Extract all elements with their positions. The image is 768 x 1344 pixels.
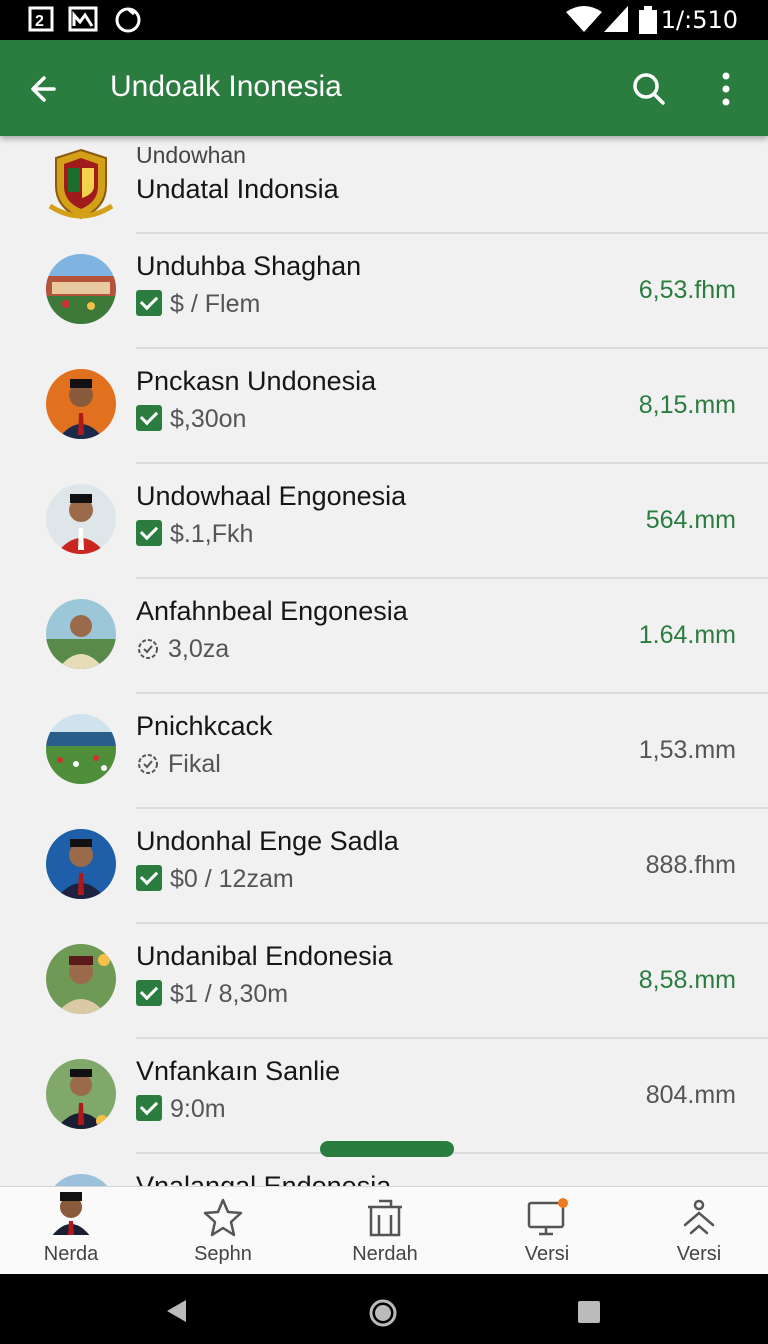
person-avatar bbox=[46, 944, 116, 1014]
back-triangle-icon[interactable] bbox=[164, 1298, 190, 1324]
item-sub-text: $.1,Fkh bbox=[170, 520, 254, 548]
item-sub-text: $1 / 8,30m bbox=[170, 980, 289, 1008]
check-icon bbox=[136, 290, 162, 316]
list-item[interactable]: Vnfankaın Sanlie 9:0m 804.mm bbox=[0, 1039, 768, 1154]
item-sub-text: Fikal bbox=[168, 750, 221, 778]
list-item[interactable]: Undowhaal Engonesia $.1,Fkh 564.mm bbox=[0, 464, 768, 579]
item-amount: 1.64.mm bbox=[638, 621, 736, 649]
person-avatar bbox=[46, 1174, 116, 1186]
check-icon bbox=[136, 1095, 162, 1121]
item-amount: 6,53.fhm bbox=[638, 276, 736, 304]
item-sub: 9:0m bbox=[136, 1095, 226, 1124]
badge-icon bbox=[138, 639, 158, 659]
nav-label: Versi bbox=[676, 1243, 722, 1265]
bottom-nav: Nerda Sephn Nerdah Versi Versi bbox=[0, 1186, 768, 1275]
system-nav-bar bbox=[0, 1274, 768, 1344]
sync-icon bbox=[115, 7, 141, 33]
page-title: Undoalk Inonesia bbox=[110, 70, 342, 103]
check-icon bbox=[136, 980, 162, 1006]
list-item[interactable]: Pnichkcack Fikal 1,53.mm bbox=[0, 694, 768, 809]
item-sub: $1 / 8,30m bbox=[136, 980, 288, 1009]
header-subtitle: Undowhan bbox=[136, 142, 246, 168]
star-icon bbox=[203, 1198, 243, 1237]
nav-item-nerda[interactable]: Nerda bbox=[0, 1187, 146, 1275]
item-sub-text: 9:0m bbox=[170, 1095, 226, 1123]
item-sub: $.1,Fkh bbox=[136, 520, 253, 549]
item-name: Undowhaal Engonesia bbox=[136, 481, 407, 511]
person-avatar bbox=[46, 829, 116, 899]
home-circle-icon[interactable] bbox=[368, 1298, 398, 1328]
crest-logo-icon bbox=[48, 148, 114, 220]
screenshot-icon: 2 bbox=[28, 6, 54, 32]
item-sub: Fikal bbox=[136, 750, 221, 779]
nav-item-nerdah[interactable]: Nerdah bbox=[310, 1187, 460, 1275]
recents-square-icon[interactable] bbox=[577, 1300, 601, 1324]
item-sub: $0 / 12zam bbox=[136, 865, 294, 894]
monitor-notification-icon bbox=[527, 1198, 568, 1236]
item-name: Unduhba Shaghan bbox=[136, 251, 362, 281]
person-up-icon bbox=[683, 1199, 715, 1235]
item-sub: $,30on bbox=[136, 405, 246, 434]
wifi-icon bbox=[566, 6, 602, 32]
nav-label: Nerda bbox=[43, 1243, 99, 1265]
list-item[interactable]: Unduhba Shaghan $ / Flem 6,53.fhm bbox=[0, 234, 768, 349]
check-icon bbox=[136, 865, 162, 891]
item-name: Vnfankaın Sanlie bbox=[136, 1056, 341, 1086]
list-item[interactable]: Anfahnbeal Engonesia 3,0za 1.64.mm bbox=[0, 579, 768, 694]
signal-icon bbox=[604, 6, 628, 32]
nav-item-versi[interactable]: Versi bbox=[472, 1187, 622, 1275]
item-name: Anfahnbeal Engonesia bbox=[136, 596, 408, 626]
person-avatar bbox=[46, 369, 116, 439]
badge-icon bbox=[138, 754, 158, 774]
nav-item-sephn[interactable]: Sephn bbox=[148, 1187, 298, 1275]
list-header[interactable]: Undowhan Undatal Indonsia bbox=[0, 136, 768, 234]
building-icon bbox=[368, 1199, 402, 1237]
item-name: Pnckasn Undonesia bbox=[136, 366, 377, 396]
building-photo-avatar bbox=[46, 254, 116, 324]
item-name: Undanibal Endonesia bbox=[136, 941, 393, 971]
item-amount: 8,58.mm bbox=[638, 966, 736, 994]
search-icon[interactable] bbox=[626, 66, 672, 112]
item-name: Undonhal Enge Sadla bbox=[136, 826, 399, 856]
item-name: Pnichkcack bbox=[136, 711, 273, 741]
nav-label: Sephn bbox=[194, 1243, 252, 1265]
person-avatar bbox=[46, 484, 116, 554]
item-name: Vnalangal Endonesia bbox=[136, 1171, 392, 1186]
check-icon bbox=[136, 520, 162, 546]
check-icon bbox=[136, 405, 162, 431]
item-sub: 3,0za bbox=[136, 635, 229, 664]
list-item[interactable]: Vnalangal Endonesia bbox=[0, 1154, 768, 1186]
item-sub: $ / Flem bbox=[136, 290, 260, 319]
back-arrow-icon[interactable] bbox=[24, 66, 70, 112]
svg-text:2: 2 bbox=[35, 13, 44, 30]
list-item[interactable]: Undanibal Endonesia $1 / 8,30m 8,58.mm bbox=[0, 924, 768, 1039]
item-amount: 564.mm bbox=[645, 506, 736, 534]
header-title: Undatal Indonsia bbox=[136, 174, 339, 204]
item-sub-text: $,30on bbox=[170, 405, 247, 433]
item-amount: 804.mm bbox=[645, 1081, 736, 1109]
nav-label: Versi bbox=[524, 1243, 570, 1265]
item-amount: 8,15.mm bbox=[638, 391, 736, 419]
gallery-icon bbox=[68, 6, 98, 32]
content-list[interactable]: Undowhan Undatal Indonsia Unduhba Shagha… bbox=[0, 136, 768, 1186]
item-sub-text: 3,0za bbox=[168, 635, 230, 663]
more-options-icon[interactable] bbox=[704, 66, 748, 112]
status-bar: 2 1/:510 bbox=[0, 0, 768, 40]
person-avatar bbox=[46, 1059, 116, 1129]
scroll-indicator[interactable] bbox=[320, 1141, 454, 1157]
list-item[interactable]: Pnckasn Undonesia $,30on 8,15.mm bbox=[0, 349, 768, 464]
item-sub-text: $0 / 12zam bbox=[170, 865, 294, 893]
app-bar: Undoalk Inonesia bbox=[0, 40, 768, 136]
item-sub-text: $ / Flem bbox=[170, 290, 261, 318]
list-item[interactable]: Undonhal Enge Sadla $0 / 12zam 888.fhm bbox=[0, 809, 768, 924]
nav-item-versi-2[interactable]: Versi bbox=[624, 1187, 768, 1275]
person-avatar bbox=[46, 599, 116, 669]
status-time: 1/:510 bbox=[660, 6, 738, 34]
item-amount: 1,53.mm bbox=[638, 736, 736, 764]
item-amount: 888.fhm bbox=[645, 851, 736, 879]
nav-label: Nerdah bbox=[352, 1243, 418, 1265]
stadium-photo-avatar bbox=[46, 714, 116, 784]
battery-icon bbox=[639, 6, 657, 34]
person-avatar-icon bbox=[52, 1192, 90, 1235]
